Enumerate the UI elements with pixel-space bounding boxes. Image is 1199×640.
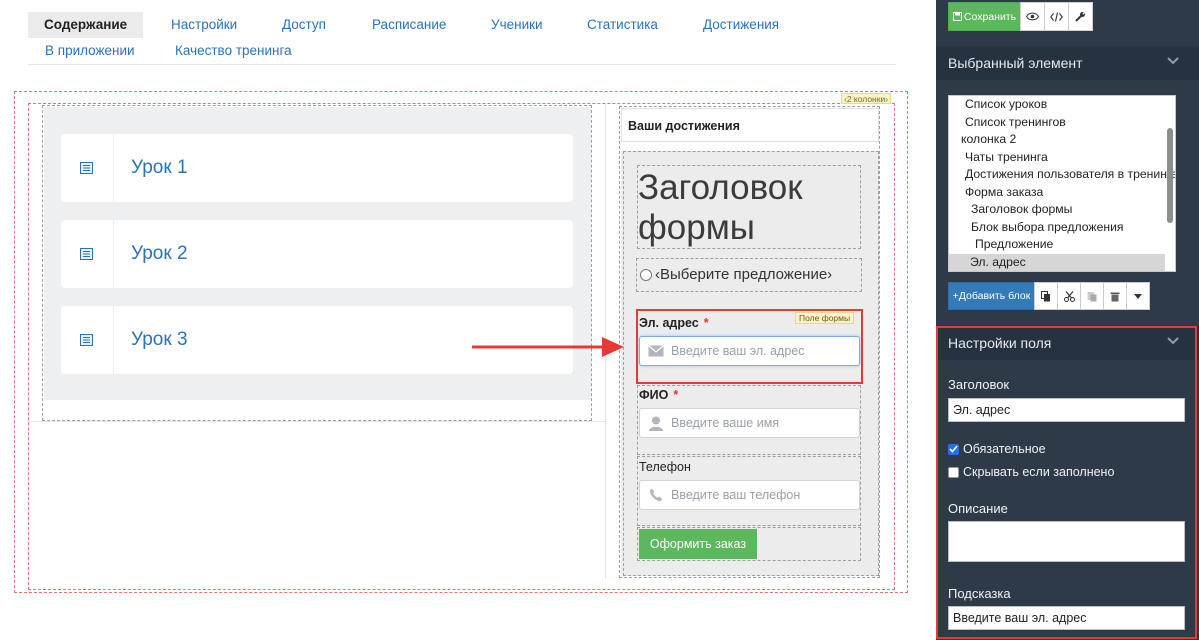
- selected-element-header[interactable]: Выбранный элемент: [936, 46, 1199, 80]
- tab-schedule[interactable]: Расписание: [372, 12, 446, 38]
- code-button[interactable]: [1044, 2, 1069, 31]
- eye-icon: [1026, 12, 1039, 21]
- save-label: Сохранить: [963, 10, 1017, 23]
- order-button[interactable]: Оформить заказ: [639, 529, 757, 559]
- phone-icon: [640, 488, 671, 502]
- trash-icon: [1110, 292, 1120, 301]
- scissors-icon: [1063, 290, 1075, 302]
- cut-button[interactable]: [1057, 282, 1081, 310]
- paste-button[interactable]: [1080, 282, 1104, 310]
- phone-field[interactable]: Введите ваш телефон: [639, 480, 860, 510]
- lesson-card-1[interactable]: Урок 1: [61, 134, 573, 202]
- caret-down-icon: [1134, 293, 1142, 299]
- name-placeholder: Введите ваше имя: [671, 416, 780, 430]
- sidebar-toolbar: Сохранить: [948, 2, 1093, 31]
- paste-icon: [1087, 291, 1097, 301]
- list-icon: [61, 220, 114, 288]
- tab-achievements[interactable]: Достижения: [703, 12, 779, 38]
- phone-placeholder: Введите ваш телефон: [671, 488, 801, 502]
- tree-item[interactable]: Заголовок формы: [971, 201, 1072, 219]
- tree-item[interactable]: Чаты тренинга: [965, 149, 1048, 167]
- tree-item[interactable]: Список уроков: [965, 96, 1047, 114]
- chevron-down-icon: [1167, 57, 1179, 65]
- tab-settings[interactable]: Настройки: [171, 12, 237, 38]
- tree-item-selected[interactable]: Эл. адрес: [949, 253, 1165, 271]
- delete-button[interactable]: [1103, 282, 1127, 310]
- copy-button[interactable]: [1034, 282, 1058, 310]
- tab-training-quality[interactable]: Качество тренинга: [175, 38, 292, 64]
- preview-button[interactable]: [1020, 2, 1045, 31]
- tree-item[interactable]: колонка 2: [961, 131, 1016, 149]
- tree-item[interactable]: Достижения пользователя в тренинге: [965, 166, 1175, 184]
- columns-badge: ‹2 колонки›: [841, 93, 892, 104]
- copy-icon: [1041, 290, 1050, 301]
- tab-statistics[interactable]: Статистика: [587, 12, 658, 38]
- add-block-button[interactable]: +Добавить блок: [948, 282, 1035, 310]
- field-settings-highlight: [936, 326, 1197, 639]
- tabs-divider: [28, 64, 896, 65]
- tab-in-app[interactable]: В приложении: [45, 38, 135, 64]
- offer-label: ‹Выберите предложение›: [655, 266, 833, 283]
- selected-element-title: Выбранный элемент: [948, 55, 1083, 71]
- selected-field-highlight: [636, 309, 863, 384]
- form-title[interactable]: Заголовок формы: [638, 168, 860, 248]
- code-icon: [1050, 11, 1063, 22]
- arrow-icon: [472, 337, 624, 357]
- achievements-title: Ваши достижения: [628, 119, 740, 133]
- tree-item[interactable]: Блок выбора предложения: [971, 219, 1124, 237]
- list-icon: [61, 306, 114, 374]
- tab-content[interactable]: Содержание: [28, 12, 144, 38]
- list-icon: [61, 134, 114, 202]
- more-actions-button[interactable]: [1126, 282, 1150, 310]
- lesson-title[interactable]: Урок 1: [131, 134, 188, 202]
- achievements-block[interactable]: Ваши достижения: [621, 108, 879, 142]
- offer-selector[interactable]: ‹Выберите предложение›: [640, 266, 832, 283]
- phone-field-label: Телефон: [639, 460, 691, 474]
- tree-item[interactable]: Предложение: [975, 236, 1053, 254]
- lesson-title[interactable]: Урок 2: [131, 220, 188, 288]
- tree-item[interactable]: Список тренингов: [965, 114, 1066, 132]
- floppy-icon: [952, 12, 962, 21]
- divider: [28, 421, 605, 422]
- settings-button[interactable]: [1068, 2, 1093, 31]
- tree-scrollbar[interactable]: [1167, 128, 1173, 223]
- lesson-card-2[interactable]: Урок 2: [61, 220, 573, 288]
- user-icon: [640, 416, 671, 431]
- tab-access[interactable]: Доступ: [282, 12, 326, 38]
- element-tree[interactable]: Список уроков Список тренингов колонка 2…: [948, 95, 1176, 272]
- lesson-title[interactable]: Урок 3: [131, 306, 188, 374]
- block-actions: +Добавить блок: [948, 282, 1150, 310]
- radio-button[interactable]: [640, 268, 652, 281]
- name-field[interactable]: Введите ваше имя: [639, 408, 860, 438]
- save-button[interactable]: Сохранить: [948, 2, 1021, 31]
- wrench-icon: [1075, 12, 1085, 22]
- tree-item[interactable]: Форма заказа: [965, 184, 1043, 202]
- name-field-label: ФИО *: [639, 388, 679, 402]
- tab-students[interactable]: Ученики: [491, 12, 543, 38]
